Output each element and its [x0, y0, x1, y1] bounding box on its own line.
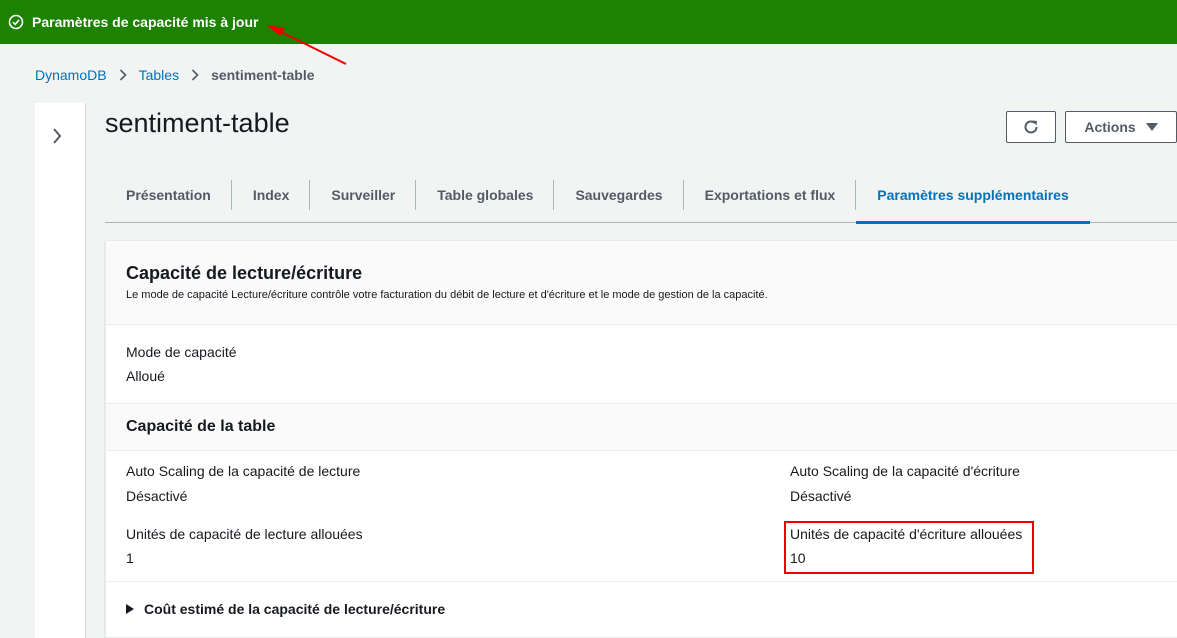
- tab-table-globales[interactable]: Table globales: [416, 167, 555, 223]
- read-units-label: Unités de capacité de lecture allouées: [126, 526, 363, 542]
- table-capacity-header: Capacité de la table: [106, 403, 1177, 451]
- success-flash-banner: Paramètres de capacité mis à jour: [0, 0, 1177, 44]
- actions-label: Actions: [1084, 119, 1136, 135]
- capacity-mode-value: Alloué: [126, 368, 165, 384]
- panel-title: Capacité de lecture/écriture: [126, 263, 363, 283]
- tab-label: Exportations et flux: [704, 187, 836, 203]
- read-autoscaling-value: Désactivé: [126, 488, 188, 504]
- side-navigation-toggle[interactable]: [35, 103, 86, 638]
- breadcrumb-dynamodb[interactable]: DynamoDB: [35, 67, 107, 83]
- read-units-value: 1: [126, 550, 134, 566]
- tab-label: Paramètres supplémentaires: [877, 187, 1069, 203]
- caret-right-icon: [126, 604, 134, 614]
- write-autoscaling-value: Désactivé: [790, 488, 852, 504]
- annotation-highlight-box: [784, 521, 1034, 574]
- tab-parametres-supplementaires[interactable]: Paramètres supplémentaires: [856, 167, 1091, 224]
- chevron-right-icon: [191, 69, 199, 81]
- table-capacity-title: Capacité de la table: [126, 418, 276, 435]
- chevron-right-icon: [119, 69, 127, 81]
- tab-label: Table globales: [437, 187, 534, 203]
- caret-down-icon: [1145, 123, 1158, 131]
- chevron-right-icon: [52, 127, 62, 145]
- tab-presentation[interactable]: Présentation: [105, 167, 232, 223]
- tab-surveiller[interactable]: Surveiller: [310, 167, 417, 223]
- estimated-cost-label: Coût estimé de la capacité de lecture/éc…: [144, 601, 446, 617]
- estimated-cost-row: Coût estimé de la capacité de lecture/éc…: [106, 581, 1177, 638]
- tab-exportations-et-flux[interactable]: Exportations et flux: [684, 167, 857, 223]
- panel-description: Le mode de capacité Lecture/écriture con…: [126, 289, 768, 301]
- flash-message: Paramètres de capacité mis à jour: [32, 14, 259, 30]
- tab-label: Présentation: [126, 187, 211, 203]
- tab-label: Surveiller: [331, 187, 396, 203]
- refresh-button[interactable]: [1006, 111, 1056, 143]
- estimated-cost-expander[interactable]: Coût estimé de la capacité de lecture/éc…: [126, 601, 445, 617]
- tab-list: Présentation Index Surveiller Table glob…: [105, 167, 1177, 224]
- tab-sauvegardes[interactable]: Sauvegardes: [554, 167, 684, 223]
- check-circle-icon: [8, 14, 24, 30]
- breadcrumb: DynamoDB Tables sentiment-table: [35, 67, 315, 83]
- write-autoscaling-label: Auto Scaling de la capacité d'écriture: [790, 463, 1020, 479]
- breadcrumb-current: sentiment-table: [211, 67, 315, 83]
- actions-button[interactable]: Actions: [1065, 111, 1177, 143]
- tab-label: Sauvegardes: [575, 187, 663, 203]
- capacity-panel: Capacité de lecture/écriture Le mode de …: [105, 240, 1177, 638]
- refresh-icon: [1022, 118, 1040, 136]
- tab-label: Index: [252, 187, 290, 203]
- tab-index[interactable]: Index: [232, 167, 311, 223]
- page-title: sentiment-table: [105, 108, 290, 138]
- read-autoscaling-label: Auto Scaling de la capacité de lecture: [126, 463, 361, 479]
- panel-header: Capacité de lecture/écriture Le mode de …: [106, 241, 1177, 325]
- capacity-mode-label: Mode de capacité: [126, 344, 237, 360]
- breadcrumb-tables[interactable]: Tables: [139, 67, 179, 83]
